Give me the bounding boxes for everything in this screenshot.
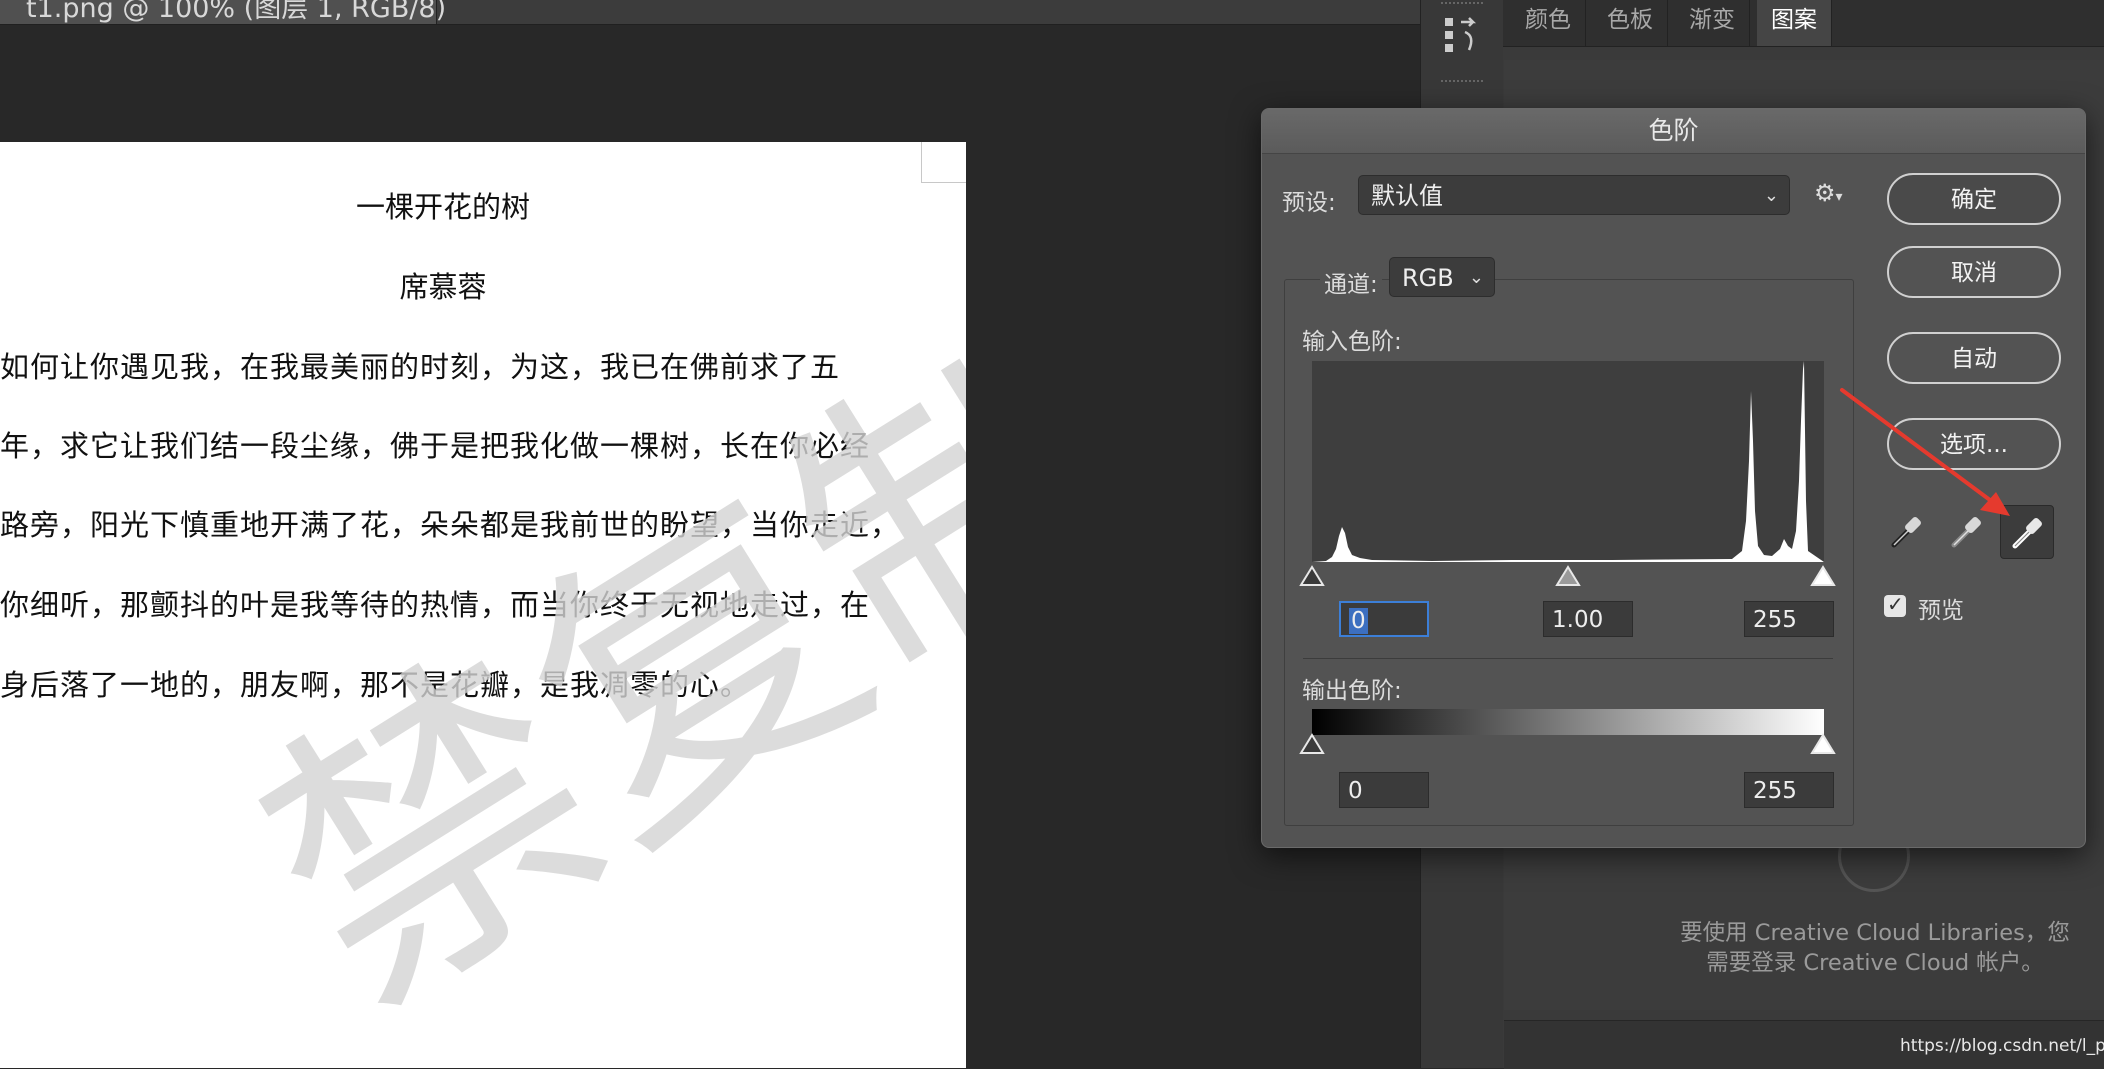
input-gamma-field[interactable]: 1.00 bbox=[1543, 601, 1633, 637]
input-black-field[interactable]: 0 bbox=[1339, 601, 1429, 637]
tab-color[interactable]: 颜色 bbox=[1511, 0, 1586, 46]
output-levels-label: 输出色阶: bbox=[1302, 678, 1402, 704]
output-black-slider[interactable] bbox=[1299, 733, 1325, 757]
preview-checkbox[interactable]: ✓ bbox=[1884, 592, 1906, 617]
poem-author: 席慕蓉 bbox=[399, 270, 487, 304]
document-page[interactable]: 一棵开花的树 席慕蓉 如何让你遇见我，在我最美丽的时刻，为这，我已在佛前求了五 … bbox=[0, 142, 966, 1068]
section-divider bbox=[1303, 658, 1833, 659]
toolstrip-grip bbox=[1441, 2, 1483, 7]
gear-icon[interactable]: ⚙▾ bbox=[1814, 179, 1843, 207]
toolstrip-grip bbox=[1441, 80, 1483, 85]
histogram-graph bbox=[1312, 361, 1824, 562]
input-white-field[interactable]: 255 bbox=[1744, 601, 1834, 637]
tab-gradients[interactable]: 渐变 bbox=[1675, 0, 1750, 46]
dialog-titlebar[interactable]: 色阶 bbox=[1262, 109, 2085, 154]
input-white-slider[interactable] bbox=[1810, 565, 1836, 589]
cc-message-line: 需要登录 Creative Cloud 帐户。 bbox=[1706, 950, 2044, 976]
output-white-slider[interactable] bbox=[1810, 733, 1836, 757]
checkmark-icon: ✓ bbox=[1887, 592, 1904, 616]
cc-message-line: 要使用 Creative Cloud Libraries，您 bbox=[1680, 920, 2070, 946]
preset-label: 预设: bbox=[1282, 190, 1336, 216]
watermark: 禁复制 bbox=[208, 270, 966, 1068]
tab-swatches[interactable]: 色板 bbox=[1593, 0, 1668, 46]
source-url: https://blog.csdn.net/l_peter bbox=[1900, 1036, 2104, 1056]
input-levels-label: 输入色阶: bbox=[1302, 329, 1402, 355]
output-black-field[interactable]: 0 bbox=[1339, 772, 1429, 808]
page-corner bbox=[921, 142, 966, 183]
poem-title: 一棵开花的树 bbox=[355, 190, 530, 224]
cc-login-message: 要使用 Creative Cloud Libraries，您 需要登录 Crea… bbox=[1670, 918, 2080, 978]
input-black-value: 0 bbox=[1349, 608, 1368, 634]
history-icon[interactable] bbox=[1443, 14, 1481, 58]
document-tab-label: t1.png @ 100% (图层 1, RGB/8) bbox=[26, 0, 447, 24]
chevron-down-icon: ⌄ bbox=[1763, 185, 1779, 206]
cancel-button[interactable]: 取消 bbox=[1887, 246, 2061, 298]
preview-label: 预览 bbox=[1918, 598, 1964, 624]
histogram bbox=[1312, 361, 1824, 562]
dialog-title: 色阶 bbox=[1648, 116, 1699, 145]
panel-tabs: 颜色 色板 渐变 图案 bbox=[1503, 0, 2104, 47]
annotation-arrow-icon bbox=[1840, 388, 2010, 516]
chevron-down-icon: ⌄ bbox=[1468, 267, 1484, 288]
output-white-field[interactable]: 255 bbox=[1744, 772, 1834, 808]
channel-value: RGB bbox=[1402, 264, 1454, 292]
input-black-slider[interactable] bbox=[1299, 565, 1325, 589]
auto-button[interactable]: 自动 bbox=[1887, 332, 2061, 384]
channel-label: 通道: bbox=[1320, 265, 1382, 299]
input-gamma-slider[interactable] bbox=[1555, 565, 1581, 589]
channel-dropdown[interactable]: RGB ⌄ bbox=[1389, 257, 1495, 297]
preset-value: 默认值 bbox=[1371, 182, 1443, 210]
preset-dropdown[interactable]: 默认值 ⌄ bbox=[1358, 175, 1790, 215]
output-gradient-bar bbox=[1312, 709, 1824, 735]
document-tab[interactable]: t1.png @ 100% (图层 1, RGB/8) bbox=[0, 0, 446, 24]
tab-patterns[interactable]: 图案 bbox=[1757, 0, 1832, 46]
ok-button[interactable]: 确定 bbox=[1887, 173, 2061, 225]
